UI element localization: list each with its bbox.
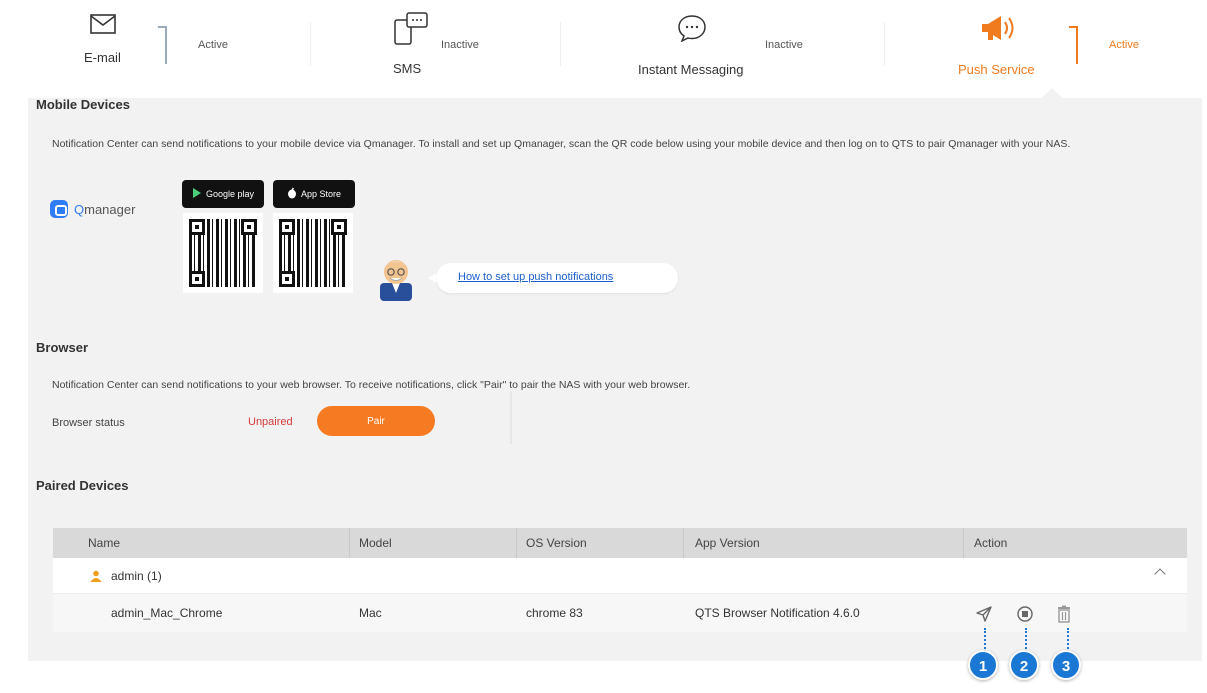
tab-divider (884, 22, 885, 66)
column-divider (349, 528, 350, 558)
google-play-badge[interactable]: Google play (182, 180, 264, 208)
browser-heading: Browser (36, 340, 89, 355)
pair-button[interactable]: Pair (317, 406, 435, 436)
mobile-devices-description: Notification Center can send notificatio… (52, 138, 1071, 150)
tab-instant-messaging-status: Inactive (765, 39, 803, 51)
tab-sms[interactable]: SMS Inactive (385, 10, 585, 90)
tab-sms-label: SMS (393, 61, 422, 76)
qmanager-logo-icon (50, 200, 68, 218)
assistant-mascot-icon (374, 255, 418, 301)
notification-channel-tabs: E-mail Active SMS Inactive Instant Messa… (0, 0, 1207, 98)
device-os-version: chrome 83 (526, 606, 583, 620)
column-divider (963, 528, 964, 558)
column-header-app-version[interactable]: App Version (695, 536, 760, 550)
tab-email-label: E-mail (84, 50, 121, 65)
tab-instant-messaging[interactable]: Instant Messaging Inactive (635, 10, 875, 90)
device-app-version: QTS Browser Notification 4.6.0 (695, 606, 860, 620)
browser-description: Notification Center can send notificatio… (52, 379, 691, 391)
qmanager-app-name: Qmanager (74, 202, 136, 217)
stop-icon[interactable] (1014, 603, 1036, 625)
app-store-badge[interactable]: App Store (273, 180, 355, 208)
tab-instant-messaging-label: Instant Messaging (638, 62, 744, 77)
tab-push-service-indicator (1069, 26, 1078, 64)
column-divider (516, 528, 517, 558)
tab-divider (560, 22, 561, 66)
browser-status-value: Unpaired (248, 416, 293, 428)
chat-bubble-icon (677, 14, 707, 47)
send-test-notification-icon[interactable] (973, 603, 995, 625)
tab-sms-status: Inactive (441, 39, 479, 51)
column-divider (683, 528, 684, 558)
table-header: Name Model OS Version App Version Action (53, 528, 1187, 558)
callout-connector (1025, 628, 1027, 652)
tab-email-indicator (158, 26, 167, 64)
howto-tooltip: How to set up push notifications (428, 263, 678, 293)
device-name: admin_Mac_Chrome (111, 606, 223, 620)
callout-connector (1067, 628, 1069, 652)
column-header-action: Action (974, 536, 1008, 550)
column-header-os-version[interactable]: OS Version (526, 536, 587, 550)
howto-push-notifications-link[interactable]: How to set up push notifications (458, 271, 613, 283)
callout-badge-1: 1 (968, 650, 998, 680)
callout-badge-2: 2 (1009, 650, 1039, 680)
callout-connector (984, 628, 986, 652)
column-header-model[interactable]: Model (359, 536, 392, 550)
collapse-chevron-icon[interactable] (1154, 568, 1166, 580)
column-header-name[interactable]: Name (88, 536, 120, 550)
callout-badge-3: 3 (1051, 650, 1081, 680)
browser-status-label: Browser status (52, 417, 125, 429)
tab-email-status: Active (198, 39, 228, 51)
user-group-label: admin (1) (111, 569, 162, 583)
active-tab-pointer (1040, 88, 1064, 99)
apple-icon (287, 187, 297, 201)
tab-email[interactable]: E-mail Active (80, 10, 280, 90)
envelope-icon (90, 14, 116, 39)
device-model: Mac (359, 606, 382, 620)
user-group-row[interactable]: admin (1) (53, 558, 1187, 594)
delete-trash-icon[interactable] (1053, 603, 1075, 625)
sms-phone-icon (393, 12, 429, 51)
mobile-devices-heading: Mobile Devices (36, 97, 130, 112)
tab-push-service-label: Push Service (958, 62, 1035, 77)
user-icon (90, 569, 102, 582)
tab-push-service-status: Active (1109, 39, 1139, 51)
app-store-qr-code (273, 213, 353, 293)
paired-devices-heading: Paired Devices (36, 478, 129, 493)
google-play-qr-code (183, 213, 263, 293)
megaphone-icon (979, 12, 1019, 49)
tab-push-service[interactable]: Push Service Active (955, 10, 1195, 90)
tab-divider (310, 22, 311, 66)
browser-divider (510, 392, 512, 444)
play-triangle-icon (192, 187, 202, 201)
